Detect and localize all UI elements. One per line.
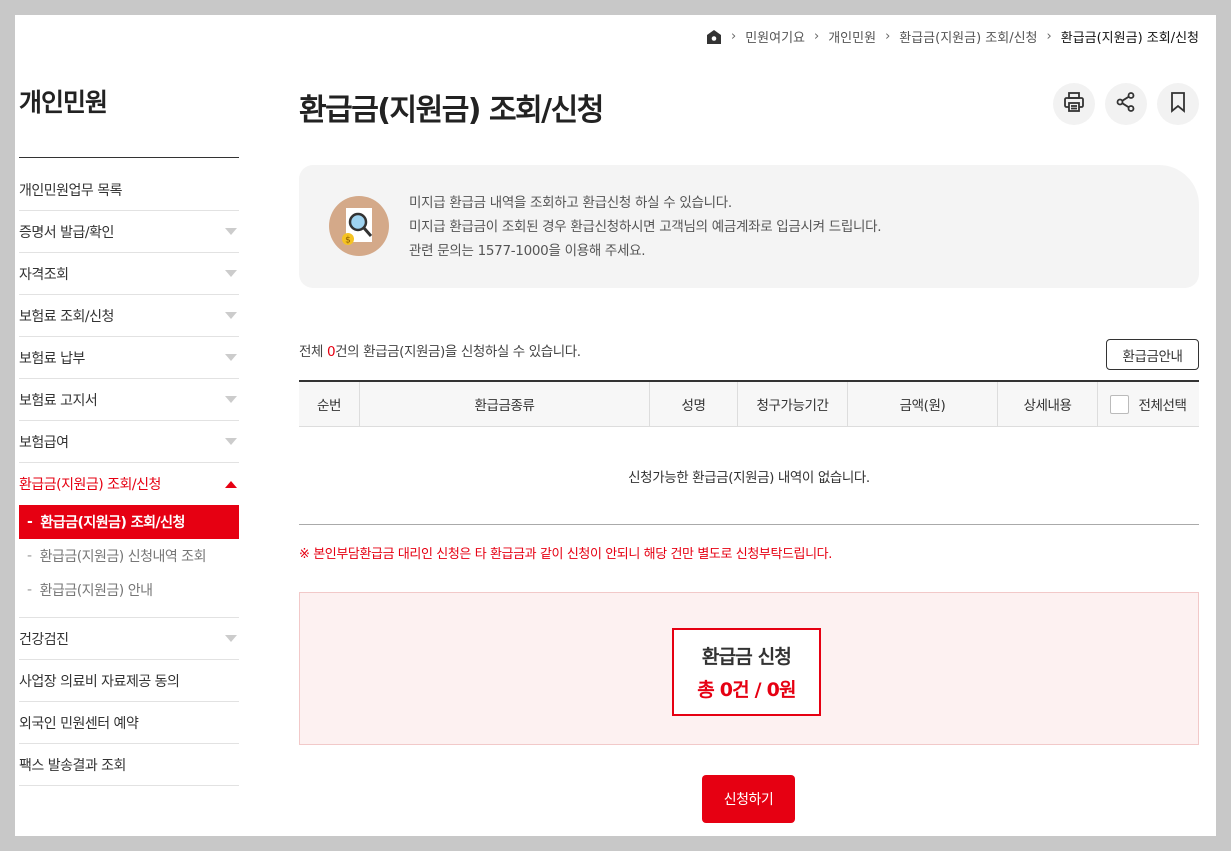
sidebar-item[interactable]: 보험급여 [19, 421, 239, 463]
sidebar-item-active[interactable]: 환급금(지원금) 조회/신청 [19, 463, 239, 505]
sidebar-item[interactable]: 건강검진 [19, 618, 239, 660]
sidebar-item-label: 건강검진 [19, 631, 69, 648]
caret-down-icon [225, 635, 237, 642]
submenu-item[interactable]: - 환급금(지원금) 안내 [19, 573, 239, 607]
bookmark-icon [1167, 91, 1189, 117]
home-icon[interactable] [706, 29, 722, 45]
info-line: 미지급 환급금이 조회된 경우 환급신청하시면 고객님의 예금계좌로 입금시켜 … [409, 219, 882, 235]
sidebar-item-label: 자격조회 [19, 266, 69, 283]
sidebar-item[interactable]: 보험료 조회/신청 [19, 295, 239, 337]
count-prefix: 전체 [299, 344, 327, 360]
select-all-checkbox[interactable] [1110, 394, 1130, 414]
page-title: 환급금(지원금) 조회/신청 [299, 93, 604, 128]
sidebar-item[interactable]: 자격조회 [19, 253, 239, 295]
apply-button[interactable]: 신청하기 [702, 775, 795, 823]
th-detail: 상세내용 [997, 382, 1097, 426]
breadcrumb: › 민원여기요 › 개인민원 › 환급금(지원금) 조회/신청 › 환급금(지원… [706, 27, 1199, 46]
sidebar-title: 개인민원 [19, 88, 108, 117]
share-button[interactable] [1105, 83, 1147, 125]
refund-summary-panel: 환급금 신청 총 0건 / 0원 [299, 592, 1199, 745]
print-icon [1063, 91, 1085, 117]
chevron-right-icon: › [885, 29, 891, 44]
page-frame: › 민원여기요 › 개인민원 › 환급금(지원금) 조회/신청 › 환급금(지원… [15, 15, 1216, 836]
sidebar-divider [19, 157, 239, 158]
sidebar-item-label: 보험료 고지서 [19, 392, 98, 409]
sidebar-item-label: 보험급여 [19, 434, 69, 451]
breadcrumb-current: 환급금(지원금) 조회/신청 [1060, 31, 1199, 46]
th-no: 순번 [316, 398, 342, 414]
sidebar-menu: 개인민원업무 목록 증명서 발급/확인 자격조회 보험료 조회/신청 보험료 납… [19, 169, 239, 786]
caret-down-icon [225, 312, 237, 319]
submenu-item-label: 환급금(지원금) 조회/신청 [40, 515, 185, 531]
breadcrumb-item[interactable]: 환급금(지원금) 조회/신청 [899, 27, 1037, 46]
sidebar-item-label: 환급금(지원금) 조회/신청 [19, 477, 161, 493]
sidebar-item[interactable]: 보험료 고지서 [19, 379, 239, 421]
svg-text:$: $ [345, 236, 351, 246]
sidebar-item-label: 보험료 납부 [19, 350, 85, 367]
th-select-all: 전체선택 [1097, 382, 1199, 426]
chevron-right-icon: › [814, 29, 820, 44]
caret-up-icon [225, 480, 237, 488]
submenu-item-label: 환급금(지원금) 신청내역 조회 [39, 549, 207, 565]
count-suffix: 건의 환급금(지원금)을 신청하실 수 있습니다. [335, 344, 581, 360]
sidebar-item[interactable]: 팩스 발송결과 조회 [19, 744, 239, 786]
sidebar-submenu: - 환급금(지원금) 조회/신청 - 환급금(지원금) 신청내역 조회 - 환급금(지… [19, 505, 239, 618]
count-number: 0 [326, 344, 336, 360]
dash-icon: - [27, 582, 32, 598]
refund-count-text: 전체 0건의 환급금(지원금)을 신청하실 수 있습니다. [299, 340, 581, 360]
caret-down-icon [225, 270, 237, 277]
sidebar-item-label: 팩스 발송결과 조회 [19, 757, 126, 774]
refund-guide-button[interactable]: 환급금안내 [1106, 339, 1199, 370]
dash-icon: - [27, 514, 33, 530]
share-icon [1115, 91, 1137, 117]
chevron-right-icon: › [1046, 29, 1052, 44]
sidebar-item[interactable]: 사업장 의료비 자료제공 동의 [19, 660, 239, 702]
table-empty-message: 신청가능한 환급금(지원금) 내역이 없습니다. [299, 427, 1199, 525]
summary-title: 환급금 신청 [701, 646, 792, 668]
sidebar-item-label: 외국인 민원센터 예약 [19, 715, 139, 732]
caret-down-icon [225, 438, 237, 445]
caret-down-icon [225, 354, 237, 361]
sidebar-item[interactable]: 증명서 발급/확인 [19, 211, 239, 253]
chevron-right-icon: › [731, 29, 737, 44]
sidebar-item-label: 개인민원업무 목록 [19, 182, 123, 199]
page-tools [1053, 83, 1199, 125]
breadcrumb-item[interactable]: 민원여기요 [745, 27, 805, 46]
table-header: 순번 환급금종류 성명 청구가능기간 금액(원) 상세내용 전체선택 [299, 382, 1199, 427]
sidebar-item[interactable]: 외국인 민원센터 예약 [19, 702, 239, 744]
sidebar-item-label: 보험료 조회/신청 [19, 308, 114, 325]
search-refund-icon: $ [329, 196, 389, 256]
info-box: $ 미지급 환급금 내역을 조회하고 환급신청 하실 수 있습니다. 미지급 환… [299, 165, 1199, 288]
th-period: 청구가능기간 [737, 382, 847, 426]
submenu-item[interactable]: - 환급금(지원금) 신청내역 조회 [19, 539, 239, 573]
refund-summary-box: 환급금 신청 총 0건 / 0원 [672, 628, 821, 716]
sidebar-item-label: 증명서 발급/확인 [19, 224, 114, 241]
print-button[interactable] [1053, 83, 1095, 125]
select-all-label: 전체선택 [1138, 398, 1187, 414]
caret-down-icon [225, 396, 237, 403]
th-name: 성명 [649, 382, 737, 426]
summary-value: 총 0건 / 0원 [697, 679, 796, 701]
th-amount: 금액(원) [847, 382, 997, 426]
info-line: 미지급 환급금 내역을 조회하고 환급신청 하실 수 있습니다. [409, 195, 732, 211]
dash-icon: - [27, 548, 32, 564]
sidebar-item[interactable]: 개인민원업무 목록 [19, 169, 239, 211]
refund-table: 순번 환급금종류 성명 청구가능기간 금액(원) 상세내용 전체선택 신청가능한… [299, 380, 1199, 525]
th-type: 환급금종류 [359, 382, 649, 426]
breadcrumb-item[interactable]: 개인민원 [828, 27, 876, 46]
sidebar-submenu-wrap: - 환급금(지원금) 조회/신청 - 환급금(지원금) 신청내역 조회 - 환급금(지… [19, 505, 239, 618]
info-line: 관련 문의는 1577-1000을 이용해 주세요. [409, 243, 646, 259]
caret-down-icon [225, 228, 237, 235]
bookmark-button[interactable] [1157, 83, 1199, 125]
sidebar-item-label: 사업장 의료비 자료제공 동의 [19, 673, 180, 690]
proxy-notice: ※ 본인부담환급금 대리인 신청은 타 환급금과 같이 신청이 안되니 해당 건… [299, 547, 832, 562]
info-text: 미지급 환급금 내역을 조회하고 환급신청 하실 수 있습니다. 미지급 환급금… [409, 191, 882, 263]
submenu-item-selected[interactable]: - 환급금(지원금) 조회/신청 [19, 505, 239, 539]
sidebar-item[interactable]: 보험료 납부 [19, 337, 239, 379]
submenu-item-label: 환급금(지원금) 안내 [39, 583, 153, 599]
